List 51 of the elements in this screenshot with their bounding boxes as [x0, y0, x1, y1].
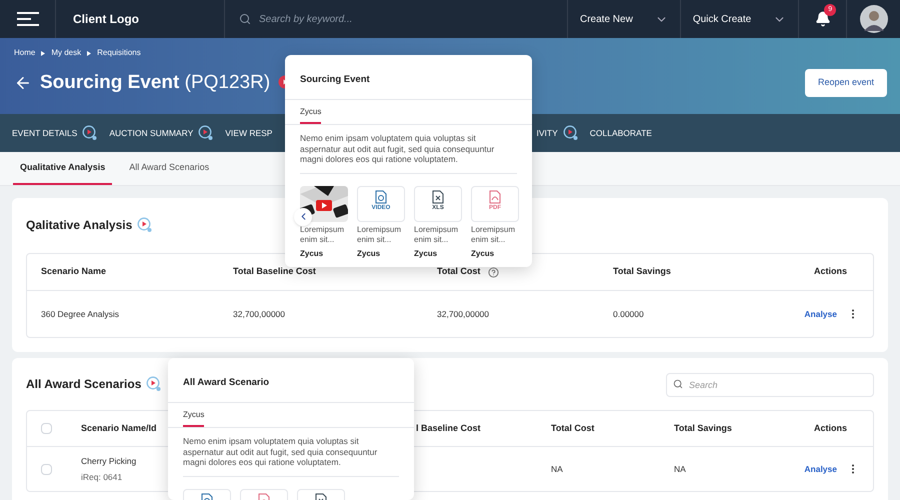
table-cell-text: NA [551, 462, 564, 476]
nav-tab[interactable]: EVENT DETAILS [12, 125, 98, 141]
breadcrumb-link[interactable]: Requisitions [97, 47, 141, 59]
analyse-link[interactable]: Analyse [804, 308, 837, 320]
section-title: Qalitative Analysis [26, 217, 132, 234]
table-cell-text: 32,700,00000 [437, 308, 490, 320]
sub-tab[interactable]: Qualitative Analysis [13, 152, 112, 185]
popover-title: Sourcing Event [300, 74, 370, 85]
item-source: Zycus [414, 248, 438, 258]
search-field[interactable]: Search by keyword... [259, 12, 459, 26]
scenario-id: iReq: 0641 [81, 470, 122, 484]
column-header: Total Baseline Cost [233, 265, 317, 278]
column-header: l Baseline Cost [416, 422, 481, 435]
column-header: Total Cost [551, 422, 596, 435]
column-header: Total Savings [613, 265, 672, 278]
table-cell-text: NA [674, 462, 687, 476]
nav-tab[interactable]: COLLABORATE [590, 126, 652, 140]
item-caption: Loremipsum enim sit... [300, 224, 346, 244]
table-cell-text: 0.00000 [613, 308, 645, 320]
scenario-name: Cherry Picking [81, 454, 136, 468]
column-header: Actions [812, 265, 848, 278]
breadcrumb-link[interactable]: Home [14, 47, 36, 59]
column-header: Scenario Name/Id [81, 422, 157, 435]
table-cell-text: 32,700,00000 [233, 308, 286, 320]
column-header: Total Savings [674, 422, 733, 435]
popover-description: Nemo enim ipsam voluptatem quia voluptas sit aspernatur aut odit aut fugit, sed quia consequuntur magni dolores eos qui ratione voluptatem. [300, 133, 517, 174]
nav-tab[interactable]: AUCTION SUMMARY [109, 125, 214, 141]
item-source: Zycus [357, 248, 380, 258]
search-field[interactable]: Search [666, 373, 874, 397]
popover-description: Nemo enim ipsam voluptatem quia voluptas sit aspernatur aut odit aut fugit, sed quia consequuntur magni dolores eos qui ratione voluptatem. [183, 436, 399, 476]
popover-tab[interactable]: Zycus [300, 100, 322, 124]
item-caption: Loremipsum enim sit... [357, 224, 402, 244]
table-cell-text: 360 Degree Analysis [41, 308, 120, 320]
client-logo: Client Logo [72, 11, 140, 28]
breadcrumb-link[interactable]: My desk [51, 47, 82, 59]
item-source: Zycus [300, 248, 324, 258]
analyse-link[interactable]: Analyse [804, 462, 837, 476]
nav-tab[interactable]: IVITY [536, 125, 579, 141]
item-caption: Loremipsum enim sit... [414, 224, 460, 244]
column-header: Actions [812, 422, 848, 435]
section-title: All Award Scenarios [26, 376, 142, 393]
column-header: Scenario Name [41, 265, 108, 278]
sub-tab[interactable]: All Award Scenarios [122, 152, 216, 185]
item-source: Zycus [471, 248, 494, 258]
popover-tab[interactable]: Zycus [183, 403, 204, 427]
page-title: Sourcing Event (PQ123R) [40, 71, 270, 95]
popover-title: All Award Scenario [183, 377, 270, 388]
column-header: Total Cost [437, 265, 480, 278]
item-caption: Loremipsum enim sit... [471, 224, 516, 244]
nav-tab[interactable]: VIEW RESP [225, 126, 272, 140]
reopen-button[interactable]: Reopen event [804, 69, 887, 96]
